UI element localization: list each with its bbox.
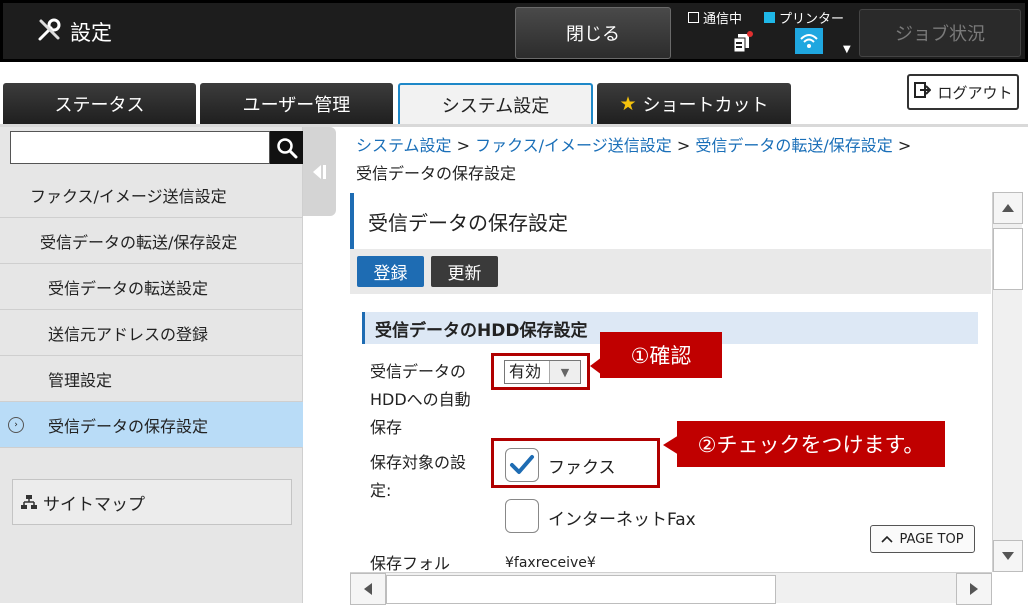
- printer-status-label: プリンター: [779, 12, 845, 27]
- logout-label: ログアウト: [937, 83, 1013, 102]
- tab-user-management[interactable]: ユーザー管理: [200, 83, 393, 124]
- sidebar-item-label: 管理設定: [48, 370, 113, 390]
- scroll-left-button[interactable]: [350, 573, 386, 605]
- tools-icon: [36, 17, 62, 48]
- internet-fax-checkbox-label[interactable]: インターネットFax: [548, 505, 696, 530]
- scroll-down-button[interactable]: [993, 540, 1023, 572]
- sidebar-item-admin-settings[interactable]: 管理設定: [0, 356, 303, 402]
- page-top-button[interactable]: PAGE TOP: [870, 525, 975, 553]
- tab-status[interactable]: ステータス: [3, 83, 196, 124]
- status-dropdown-icon[interactable]: ▼: [843, 44, 851, 55]
- fax-jobs-icon: [731, 30, 755, 58]
- arrow-up-icon: [1002, 204, 1014, 212]
- search-input[interactable]: [10, 131, 270, 164]
- horizontal-scroll-thumb[interactable]: [386, 575, 776, 604]
- collapse-left-icon: [312, 164, 326, 179]
- arrow-right-icon: [970, 583, 978, 595]
- vertical-scrollbar[interactable]: [992, 192, 1023, 572]
- sitemap-label: サイトマップ: [43, 494, 145, 515]
- sidebar-item-label: 受信データの保存設定: [48, 416, 209, 436]
- sidebar-item-save-settings[interactable]: › 受信データの保存設定: [0, 402, 303, 448]
- auto-save-label-line: 保存: [370, 418, 403, 437]
- auto-save-label-line: HDDへの自動: [370, 390, 471, 409]
- save-target-label-line: 保存対象の設: [370, 453, 467, 472]
- chevron-up-icon: [881, 532, 894, 547]
- sidebar-item-label: ファクス/イメージ送信設定: [30, 186, 227, 206]
- search-button[interactable]: [270, 131, 303, 164]
- horizontal-scrollbar[interactable]: [350, 572, 992, 605]
- breadcrumb-current: 受信データの保存設定: [356, 164, 517, 183]
- chevron-right-icon: ›: [8, 416, 24, 433]
- update-button[interactable]: 更新: [431, 256, 498, 287]
- wifi-icon[interactable]: [795, 28, 823, 54]
- auto-save-label: 受信データの HDDへの自動 保存: [370, 358, 471, 442]
- sitemap-link[interactable]: サイトマップ: [12, 479, 292, 525]
- star-icon: ★: [619, 92, 637, 115]
- breadcrumb-separator: >: [676, 136, 691, 155]
- comm-status: 通信中: [688, 8, 742, 27]
- scroll-thumb[interactable]: [993, 228, 1023, 290]
- arrow-down-icon: [1002, 552, 1014, 560]
- printer-status: プリンター: [764, 8, 844, 27]
- logout-icon: [913, 81, 932, 103]
- auto-save-label-line: 受信データの: [370, 362, 467, 381]
- sidebar-item-sender-address[interactable]: 送信元アドレスの登録: [0, 310, 303, 356]
- sidebar-item-label: 受信データの転送/保存設定: [40, 232, 238, 252]
- breadcrumb-link-fax[interactable]: ファクス/イメージ送信設定: [475, 136, 672, 155]
- scroll-up-button[interactable]: [993, 192, 1023, 224]
- search-icon: [276, 137, 297, 158]
- callout-check: ②チェックをつけます。: [677, 421, 945, 467]
- save-target-label: 保存対象の設 定:: [370, 449, 466, 505]
- highlight-box-select: [491, 353, 590, 390]
- sidebar-collapse-button[interactable]: [303, 127, 336, 216]
- save-target-label-line: 定:: [370, 481, 392, 500]
- app-title: 設定: [36, 16, 112, 48]
- breadcrumb-link-system[interactable]: システム設定: [356, 136, 452, 155]
- sidebar-item-forward-settings[interactable]: 受信データの転送設定: [0, 264, 303, 310]
- save-folder-value: ¥faxreceive¥: [505, 555, 596, 571]
- highlight-box-fax: [491, 438, 660, 488]
- sidebar-item-fax-image-send[interactable]: ファクス/イメージ送信設定: [0, 172, 303, 218]
- sidebar-item-label: 送信元アドレスの登録: [48, 324, 209, 344]
- tab-shortcut-label: ショートカット: [642, 94, 769, 116]
- arrow-left-icon: [364, 583, 372, 595]
- logout-button[interactable]: ログアウト: [907, 74, 1019, 110]
- breadcrumb: システム設定 > ファクス/イメージ送信設定 > 受信データの転送/保存設定 >…: [356, 132, 996, 188]
- sidebar-item-forward-save[interactable]: 受信データの転送/保存設定: [0, 218, 303, 264]
- app-title-label: 設定: [70, 21, 112, 45]
- close-button[interactable]: 閉じる: [515, 7, 671, 59]
- breadcrumb-separator: >: [456, 136, 471, 155]
- internet-fax-checkbox[interactable]: [505, 499, 539, 533]
- callout-confirm: ①確認: [600, 332, 722, 378]
- comm-indicator-icon: [688, 12, 699, 23]
- printer-indicator-icon: [764, 12, 775, 23]
- job-status-button[interactable]: ジョブ状況: [859, 9, 1021, 57]
- comm-status-label: 通信中: [703, 12, 743, 27]
- scroll-right-button[interactable]: [956, 573, 992, 605]
- sitemap-icon: [21, 495, 37, 509]
- breadcrumb-link-forward-save[interactable]: 受信データの転送/保存設定: [695, 136, 892, 155]
- page-top-label: PAGE TOP: [899, 531, 964, 547]
- register-button[interactable]: 登録: [357, 256, 424, 287]
- breadcrumb-separator: >: [897, 136, 912, 155]
- page-title: 受信データの保存設定: [350, 193, 991, 249]
- sidebar-item-label: 受信データの転送設定: [48, 278, 209, 298]
- tab-system-settings[interactable]: システム設定: [398, 83, 593, 124]
- tab-shortcut[interactable]: ★ ショートカット: [597, 83, 791, 124]
